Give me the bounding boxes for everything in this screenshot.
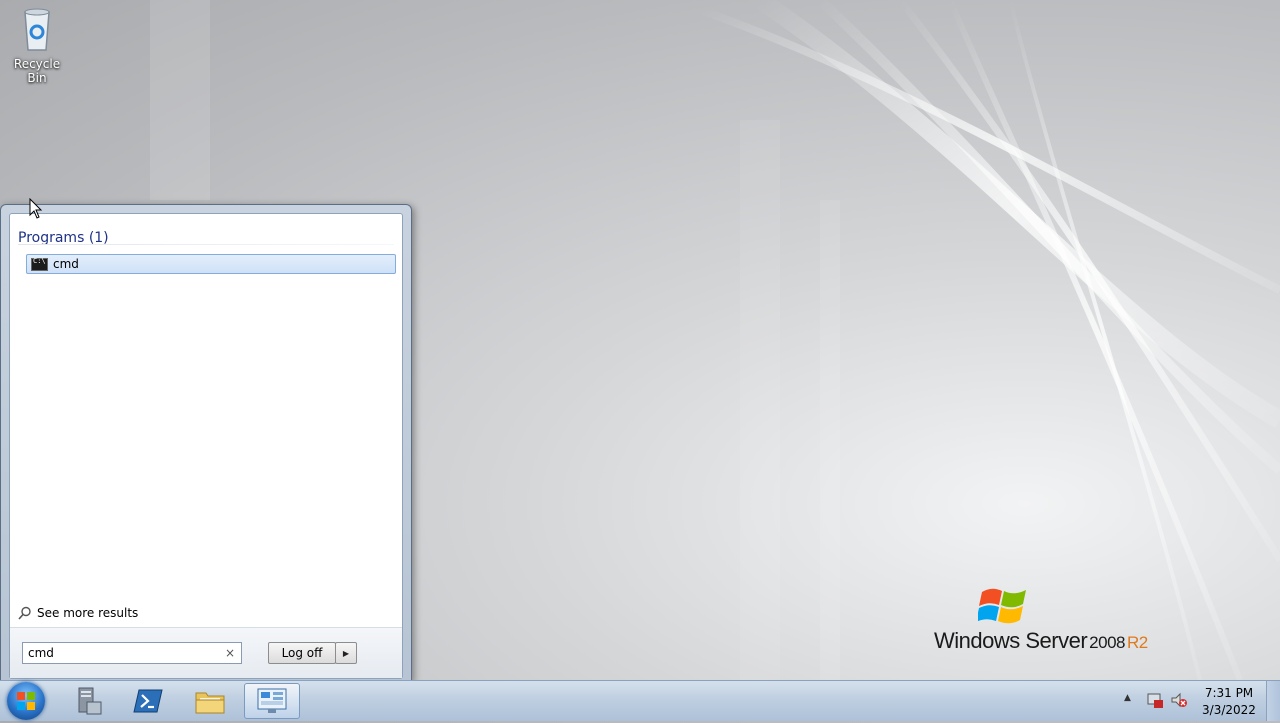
- start-search-input[interactable]: cmd ×: [22, 642, 242, 664]
- search-input-value[interactable]: cmd: [23, 646, 222, 660]
- clock-time: 7:31 PM: [1204, 686, 1254, 700]
- recycle-bin-shortcut[interactable]: Recycle Bin: [4, 6, 70, 85]
- brand-edition: R2: [1126, 633, 1148, 652]
- start-menu: Programs (1) cmd See more results cmd × …: [0, 204, 412, 682]
- brand-version: 2008: [1089, 633, 1125, 652]
- taskbar-control-panel[interactable]: [244, 683, 300, 719]
- result-label: cmd: [53, 257, 79, 271]
- shutdown-options-arrow-icon[interactable]: ▶: [335, 642, 357, 664]
- search-results-pane: Programs (1) cmd See more results cmd × …: [9, 213, 403, 679]
- show-hidden-icons-arrow-icon[interactable]: ▲: [1124, 693, 1131, 703]
- taskbar: ▲ 7:31 PM 3/3/2022: [0, 680, 1280, 721]
- windows-branding: Windows Server 2008 R2: [934, 584, 1154, 654]
- show-desktop-button[interactable]: [1266, 681, 1280, 721]
- brand-name: Windows Server: [934, 628, 1088, 653]
- folder-icon: [195, 692, 225, 714]
- mouse-cursor-icon: [29, 198, 43, 219]
- taskbar-explorer[interactable]: [182, 683, 238, 719]
- server-manager-icon: [78, 687, 102, 715]
- cmd-icon: [31, 257, 48, 271]
- taskbar-server-manager[interactable]: [60, 683, 116, 719]
- see-more-label: See more results: [37, 606, 139, 620]
- recycle-bin-label: Recycle Bin: [13, 57, 61, 85]
- clear-search-icon[interactable]: ×: [222, 646, 238, 660]
- search-bar-area: cmd × Log off ▶: [10, 627, 402, 678]
- start-button[interactable]: [7, 682, 45, 720]
- system-clock[interactable]: 7:31 PM 3/3/2022: [1196, 685, 1262, 719]
- windows-flag-icon: [978, 588, 1026, 624]
- section-divider: [18, 244, 394, 245]
- control-panel-icon: [257, 688, 287, 713]
- result-item-cmd[interactable]: cmd: [26, 254, 396, 274]
- action-center-icon[interactable]: [1146, 691, 1164, 709]
- see-more-results-link[interactable]: See more results: [18, 606, 138, 620]
- recycle-bin-icon: [24, 8, 50, 51]
- log-off-button[interactable]: Log off: [268, 642, 336, 664]
- clock-date: 3/3/2022: [1202, 703, 1256, 717]
- magnifier-icon: [18, 606, 31, 620]
- windows-logo-icon: [17, 692, 35, 710]
- taskbar-powershell[interactable]: [120, 683, 176, 719]
- powershell-icon: [133, 689, 163, 713]
- volume-muted-icon[interactable]: [1170, 691, 1188, 709]
